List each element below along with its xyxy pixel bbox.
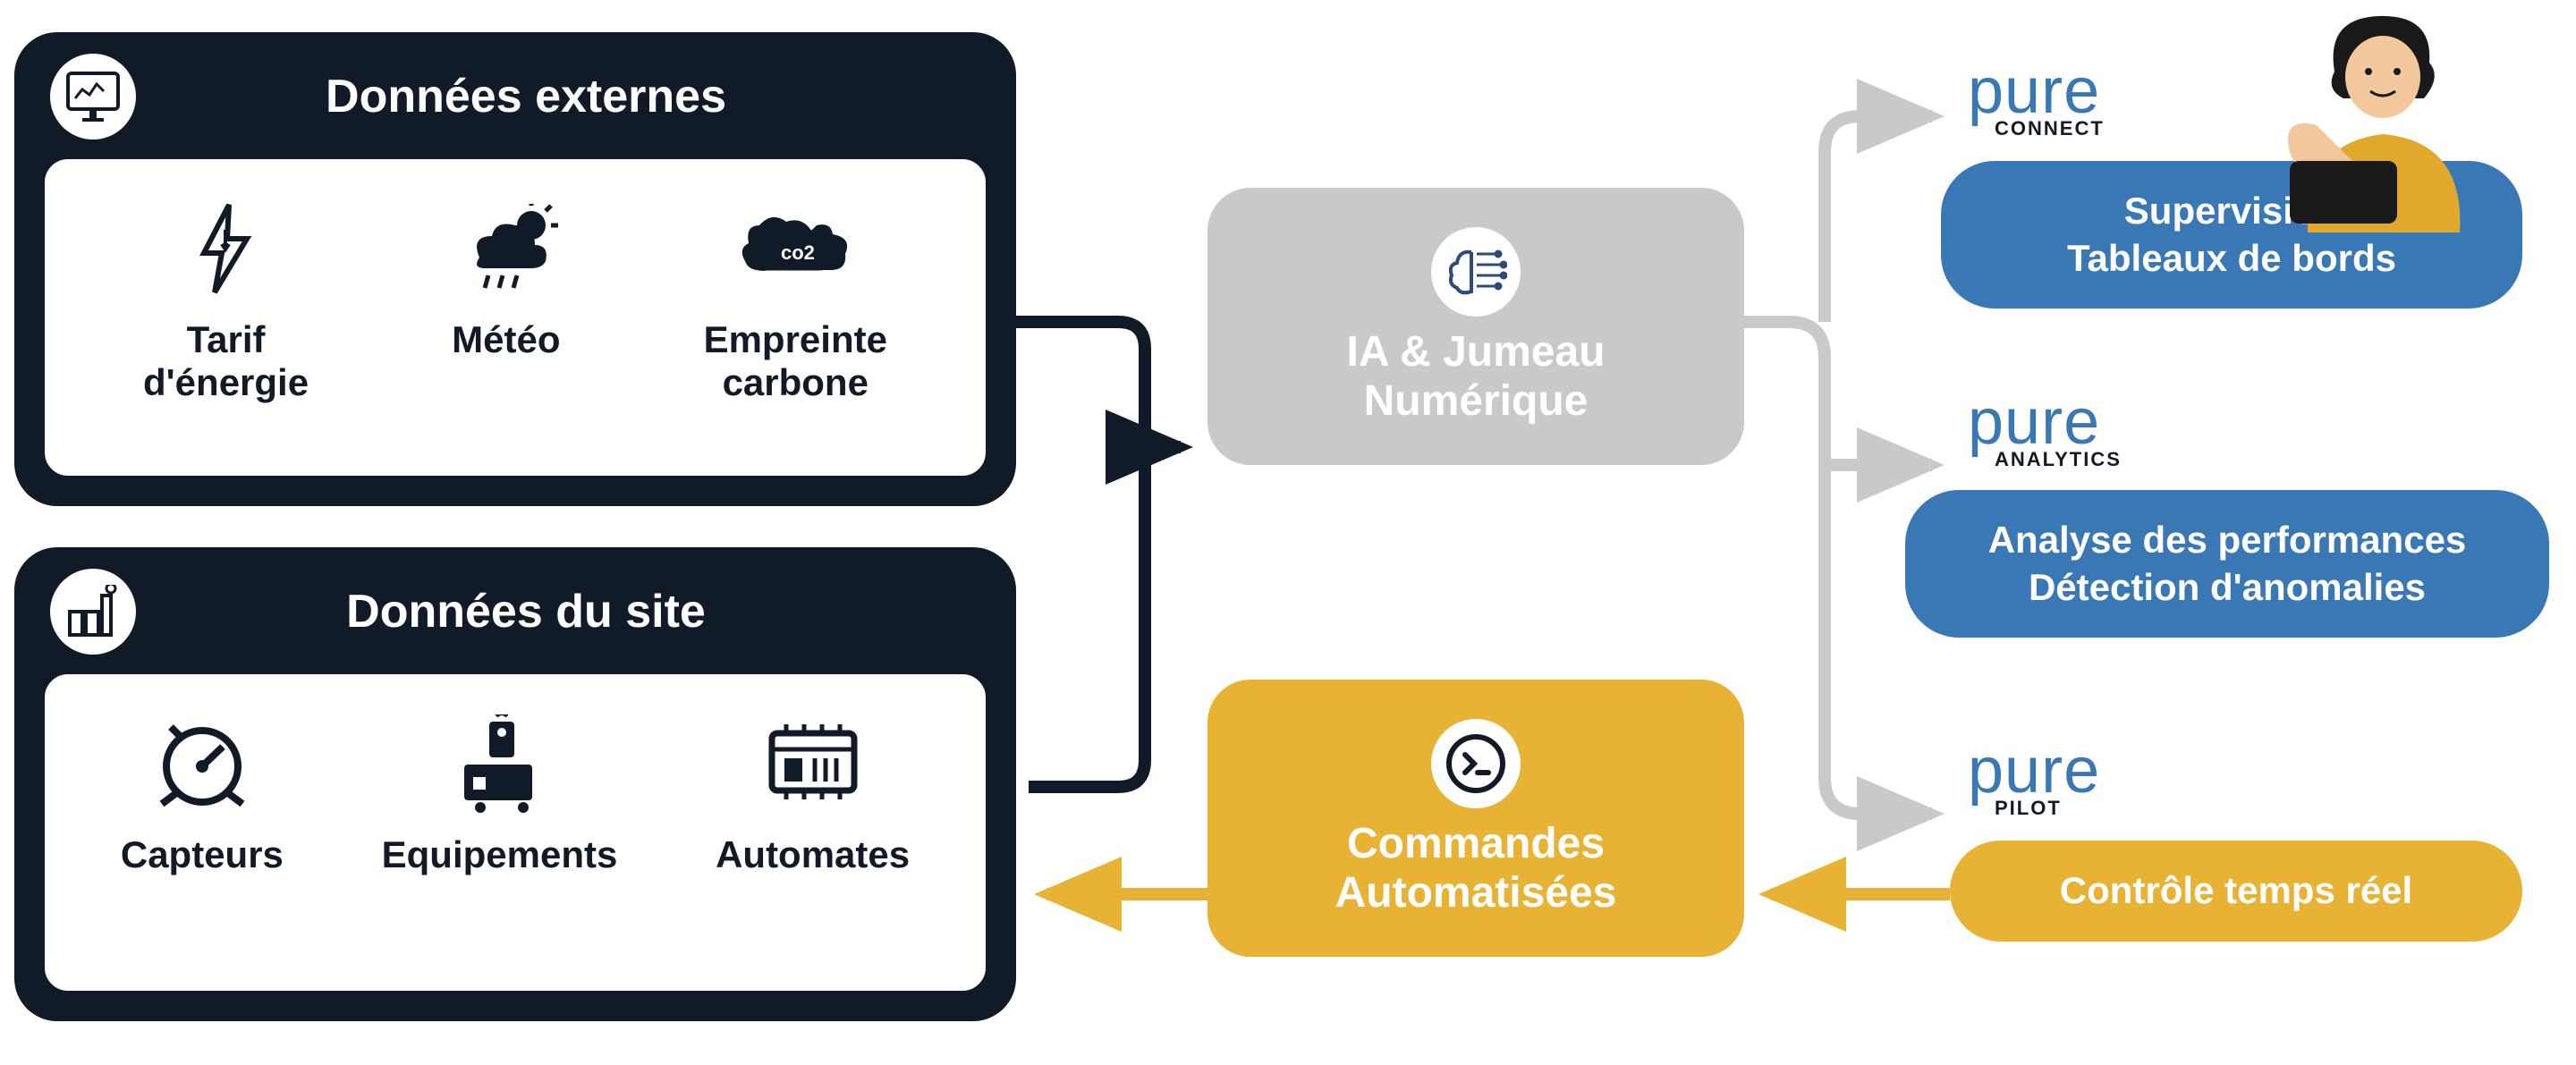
item-tarif: Tarifd'énergie <box>143 195 309 405</box>
site-body: Capteurs Equipements Automates <box>32 662 998 1003</box>
external-body: Tarifd'énergie Météo co2 Empreintecarbon… <box>32 147 998 488</box>
pill-pilot: Contrôle temps réel <box>1950 841 2522 942</box>
co2-icon: co2 <box>733 195 858 302</box>
pill-line2: Détection d'anomalies <box>2029 564 2426 612</box>
sensor-icon <box>153 710 251 817</box>
person-illustration <box>2254 0 2540 232</box>
brain-icon <box>1431 227 1521 317</box>
item-meteo: Météo <box>452 195 560 361</box>
terminal-icon <box>1431 719 1521 808</box>
brand-sub: ANALYTICS <box>1995 448 2122 471</box>
site-header: Données du site <box>14 547 1016 676</box>
brand-logo: pure <box>1968 63 2100 121</box>
item-label: Capteurs <box>121 833 284 876</box>
plc-icon <box>759 710 867 817</box>
pill-line2: Tableaux de bords <box>2067 235 2396 283</box>
brand-pilot: pure PILOT <box>1968 742 2100 820</box>
dashboard-icon <box>50 54 136 139</box>
ai-twin-label: IA & JumeauNumérique <box>1347 327 1606 426</box>
brand-logo: pure <box>1968 742 2100 800</box>
item-label: Empreintecarbone <box>704 318 887 405</box>
item-equipements: Equipements <box>382 710 618 876</box>
item-capteurs: Capteurs <box>121 710 284 876</box>
brand-sub: PILOT <box>1995 797 2062 820</box>
commands-label: CommandesAutomatisées <box>1335 819 1617 917</box>
commands-block: CommandesAutomatisées <box>1208 680 1744 957</box>
brand-analytics: pure ANALYTICS <box>1968 393 2122 471</box>
lightning-icon <box>195 195 258 302</box>
item-label: Equipements <box>382 833 618 876</box>
item-label: Automates <box>716 833 910 876</box>
svg-text:co2: co2 <box>781 241 815 264</box>
site-title: Données du site <box>157 585 980 638</box>
item-label: Météo <box>452 318 560 361</box>
site-data-card: Données du site Capteurs Equipements Aut… <box>14 547 1016 1021</box>
weather-icon <box>453 195 560 302</box>
ai-twin-block: IA & JumeauNumérique <box>1208 188 1744 465</box>
pill-analytics: Analyse des performances Détection d'ano… <box>1905 490 2549 638</box>
brand-sub: CONNECT <box>1995 117 2105 140</box>
item-automates: Automates <box>716 710 910 876</box>
external-data-card: Données externes Tarifd'énergie Météo co… <box>14 32 1016 506</box>
brand-logo: pure <box>1968 393 2100 452</box>
brand-connect: pure CONNECT <box>1968 63 2105 140</box>
equipment-icon <box>446 710 554 817</box>
factory-icon <box>50 569 136 655</box>
item-carbone: co2 Empreintecarbone <box>704 195 887 405</box>
external-title: Données externes <box>157 70 980 123</box>
item-label: Tarifd'énergie <box>143 318 309 405</box>
pill-line1: Analyse des performances <box>1988 517 2467 564</box>
external-header: Données externes <box>14 32 1016 161</box>
pill-line1: Contrôle temps réel <box>2060 867 2412 915</box>
